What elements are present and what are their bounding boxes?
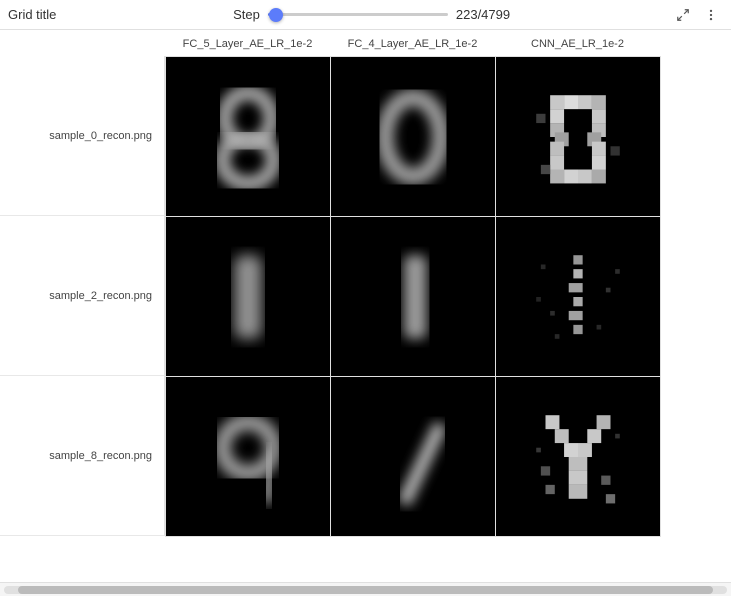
more-options-button[interactable] [699,3,723,27]
horizontal-scrollbar[interactable] [0,582,731,596]
fullscreen-button[interactable] [671,3,695,27]
grid-title: Grid title [8,7,88,22]
step-value: 223/4799 [456,7,526,22]
row-label-0: sample_0_recon.png [0,56,165,216]
row-labels: sample_0_recon.png sample_2_recon.png sa… [0,56,165,537]
header-actions [671,3,723,27]
slider-track [268,13,448,16]
grid-cell-2-1 [331,377,496,537]
grid-cell-0-0 [166,57,331,217]
column-headers: FC_5_Layer_AE_LR_1e-2 FC_4_Layer_AE_LR_1… [0,30,731,56]
step-slider[interactable] [268,7,448,23]
grid-cell-2-2 [496,377,661,537]
scrollbar-track [4,586,727,594]
row-label-1: sample_2_recon.png [0,216,165,376]
grid-cell-1-1 [331,217,496,377]
grid-cell-0-2 [496,57,661,217]
col-header-1: FC_4_Layer_AE_LR_1e-2 [330,38,495,50]
grid-body: sample_0_recon.png sample_2_recon.png sa… [0,56,731,537]
scrollbar-thumb [18,586,712,594]
step-label: Step [233,7,260,22]
slider-thumb [269,8,283,22]
header: Grid title Step 223/4799 [0,0,731,30]
grid-cell-2-0 [166,377,331,537]
col-header-0: FC_5_Layer_AE_LR_1e-2 [165,38,330,50]
grid-cell-0-1 [331,57,496,217]
step-section: Step 223/4799 [88,7,671,23]
grid-cell-1-0 [166,217,331,377]
row-label-2: sample_8_recon.png [0,376,165,536]
image-grid [165,56,661,537]
col-header-2: CNN_AE_LR_1e-2 [495,38,660,50]
grid-cell-1-2 [496,217,661,377]
